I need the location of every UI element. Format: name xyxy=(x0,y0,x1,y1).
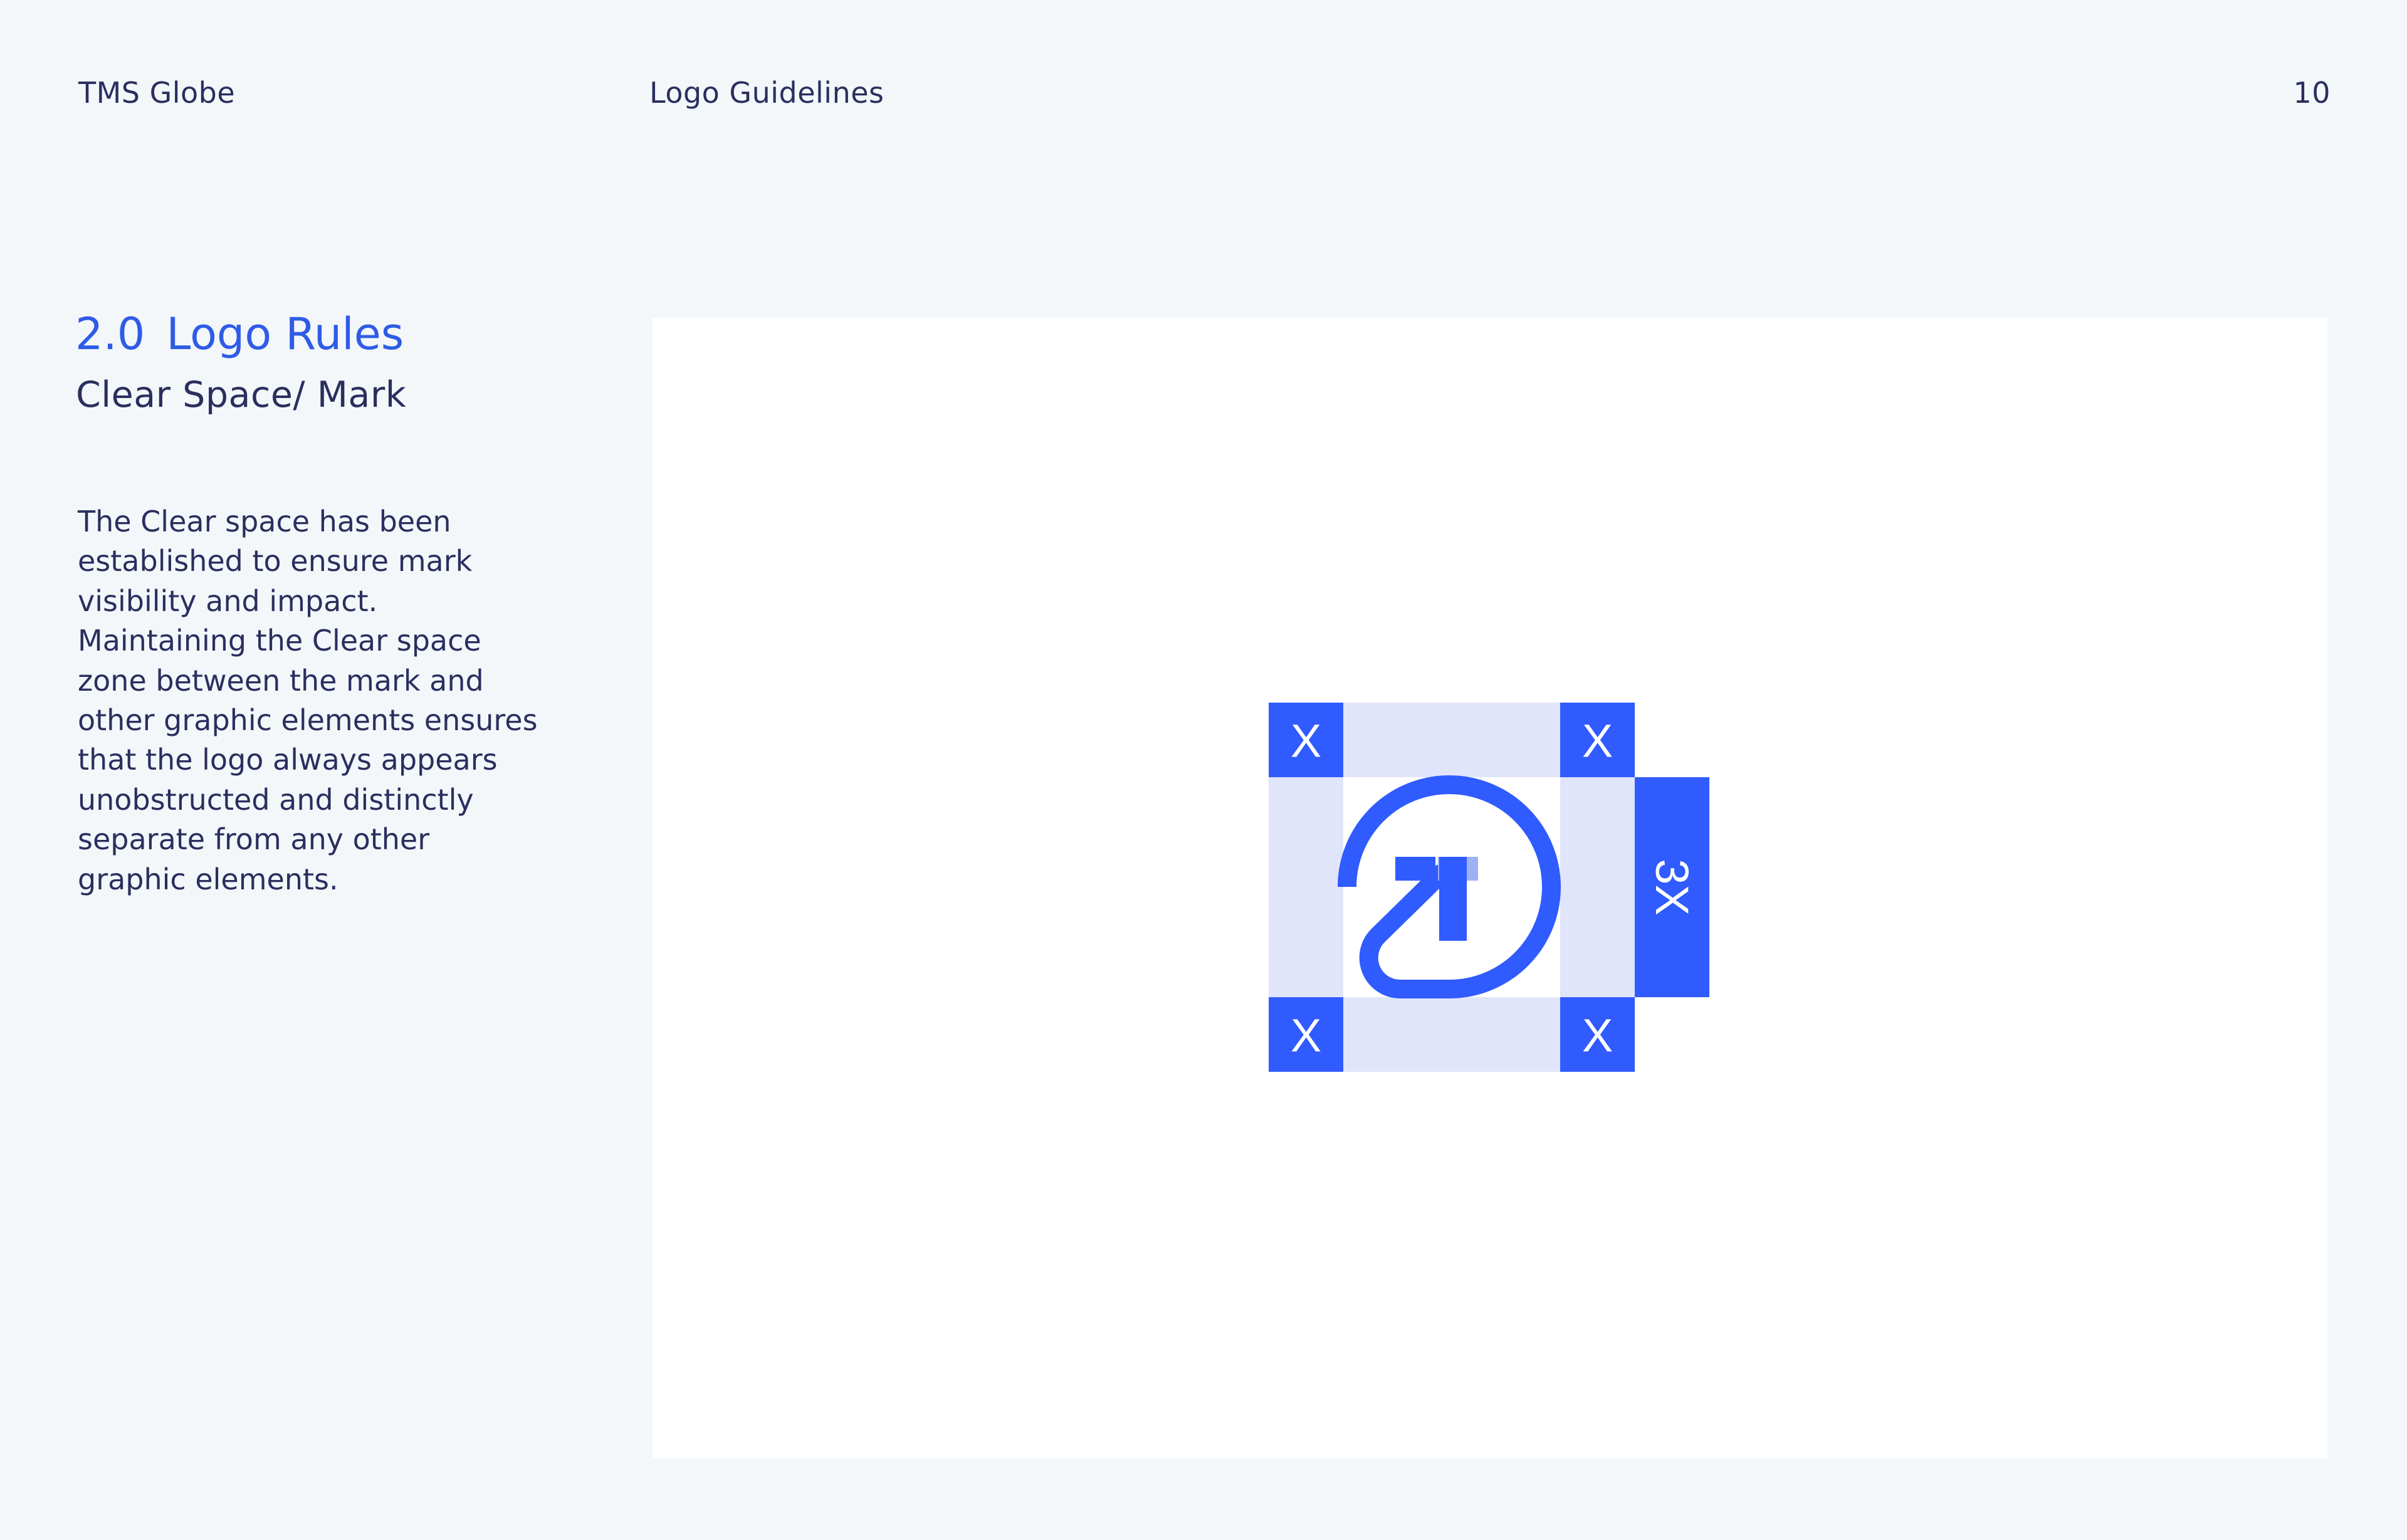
body-line: visibility and impact. xyxy=(78,584,378,618)
measure-label-3x: 3X xyxy=(1646,859,1698,916)
section-number: 2.0 xyxy=(75,308,145,360)
body-line: graphic elements. xyxy=(78,862,338,896)
clear-space-diagram: X X X X 3X xyxy=(1269,703,1709,1072)
corner-label: X xyxy=(1582,715,1613,767)
section-subtitle: Clear Space/ Mark xyxy=(76,374,407,416)
body-line: established to ensure mark xyxy=(78,544,473,579)
logo-arrow-bar xyxy=(1395,857,1435,881)
corner-label: X xyxy=(1291,1010,1321,1062)
corner-label: X xyxy=(1582,1010,1613,1062)
body-line: unobstructed and distinctly xyxy=(78,782,474,817)
body-paragraph: The Clear space has been established to … xyxy=(78,502,579,899)
body-line: Maintaining the Clear space xyxy=(78,624,481,658)
page-number: 10 xyxy=(2293,76,2331,110)
corner-label: X xyxy=(1291,715,1321,767)
logo-arrow-stem xyxy=(1439,857,1467,941)
logo-canvas-panel: X X X X 3X xyxy=(653,318,2327,1459)
body-line: The Clear space has been xyxy=(78,505,451,538)
brand-name: TMS Globe xyxy=(78,76,236,110)
body-line: zone between the mark and xyxy=(78,663,484,698)
body-line: other graphic elements ensures xyxy=(78,703,538,738)
body-line: separate from any other xyxy=(78,822,430,857)
section-heading: 2.0 Logo Rules xyxy=(75,306,404,362)
document-title: Logo Guidelines xyxy=(649,76,884,110)
body-line: that the logo always appears xyxy=(78,743,498,777)
section-title: Logo Rules xyxy=(166,308,404,360)
